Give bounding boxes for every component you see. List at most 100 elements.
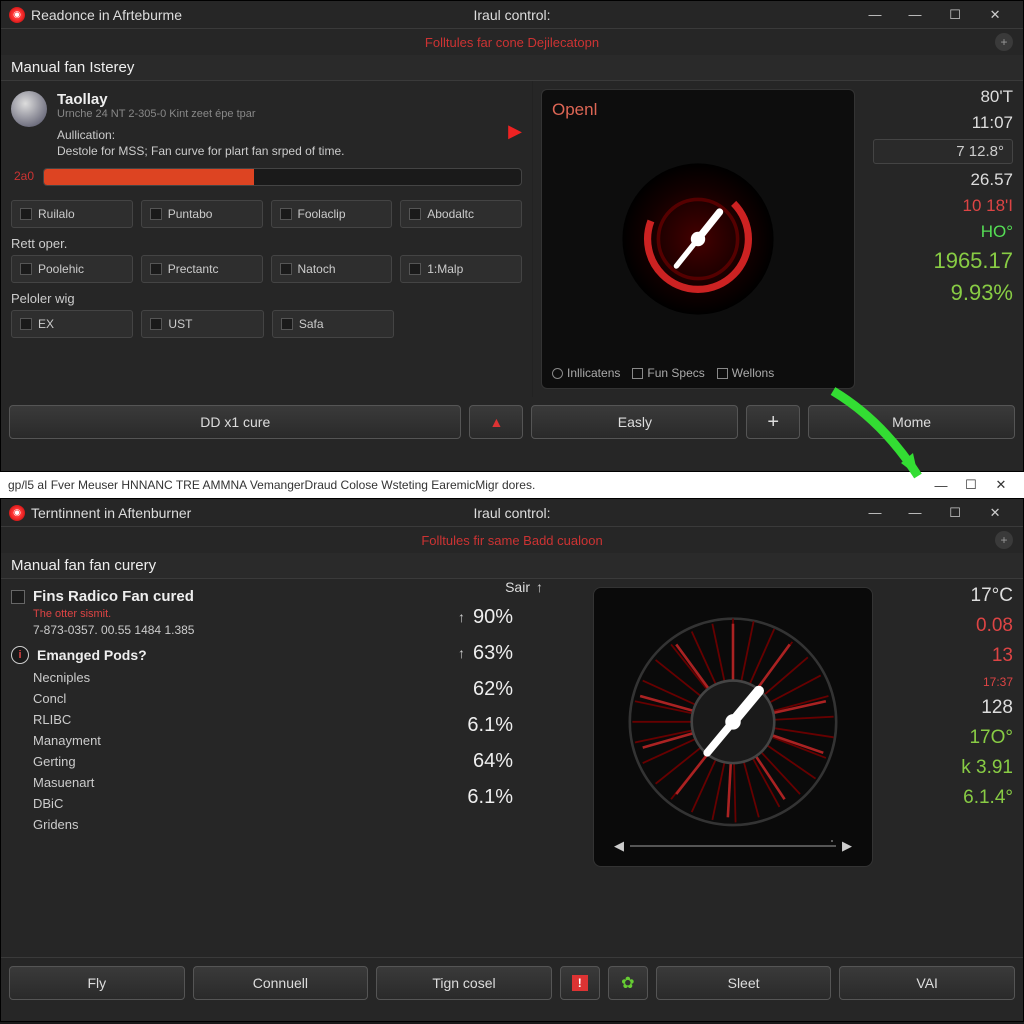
app-title: Terntinnent in Aftenburner (31, 505, 191, 521)
checkbox[interactable] (20, 208, 32, 220)
close-icon[interactable]: ✕ (975, 501, 1015, 525)
option-button[interactable]: Abodaltc (400, 200, 522, 228)
maximize-icon[interactable]: ☐ (935, 501, 975, 525)
app-logo-icon: ◉ (9, 7, 25, 23)
list-sub3: Emanged Pods? (37, 647, 147, 663)
minimize2-icon[interactable]: — (895, 501, 935, 525)
maximize-icon[interactable]: ☐ (935, 3, 975, 27)
close-icon[interactable]: ✕ (975, 3, 1015, 27)
checkbox[interactable] (150, 318, 162, 330)
close-icon[interactable]: ✕ (986, 473, 1016, 497)
stat-value: HO° (873, 222, 1013, 242)
min-icon[interactable]: — (926, 473, 956, 497)
list-item[interactable]: Manayment (33, 730, 403, 751)
stat-value: 6.1.4° (923, 787, 1013, 809)
vai-button[interactable]: VAI (839, 966, 1015, 1000)
path-text: gp/l5 aI Fver Meuser HNNANC TRE AMMNA Ve… (8, 478, 926, 492)
stat-value: 13 (923, 645, 1013, 667)
radio-icon[interactable] (552, 368, 563, 379)
banner-text: Folltules fir same Badd cualoon (421, 533, 602, 548)
banner-text: Folltules far cone Dejilecatopn (425, 35, 599, 50)
window-top: ◉ Readonce in Afrteburme Iraul control: … (0, 0, 1024, 472)
list-item[interactable]: Necniples (33, 667, 403, 688)
option-button[interactable]: Foolaclip (271, 200, 393, 228)
sub-banner: Folltules far cone Dejilecatopn + (1, 29, 1023, 55)
plus-button[interactable]: + (746, 405, 800, 439)
stat-value: 26.57 (873, 170, 1013, 190)
gauge-check[interactable]: Inllicatens (552, 366, 620, 380)
checkbox[interactable] (280, 263, 292, 275)
option-button[interactable]: Puntabo (141, 200, 263, 228)
checkbox[interactable] (20, 263, 32, 275)
checkbox[interactable] (281, 318, 293, 330)
easly-button[interactable]: Easly (531, 405, 738, 439)
sleet-button[interactable]: Sleet (656, 966, 832, 1000)
list-header: Fins Radico Fan cured (33, 588, 194, 605)
checkbox[interactable] (280, 208, 292, 220)
profile-name: Taollay (57, 91, 498, 108)
progress-bar[interactable]: 2a0 (43, 168, 522, 186)
option-button[interactable]: Safa (272, 310, 394, 338)
up-button[interactable]: ▲ (469, 405, 523, 439)
minimize-icon[interactable]: — (855, 501, 895, 525)
list-item[interactable]: RLIBC (33, 709, 403, 730)
fly-button[interactable]: Fly (9, 966, 185, 1000)
minimize2-icon[interactable]: — (895, 3, 935, 27)
checkbox-icon[interactable] (632, 368, 643, 379)
stat-value: 128 (923, 697, 1013, 719)
checkbox[interactable] (150, 263, 162, 275)
h-slider[interactable]: ◀ ▶ (614, 838, 852, 854)
checkbox[interactable] (20, 318, 32, 330)
option-button[interactable]: Prectantc (141, 255, 263, 283)
stat-value: 11:07 (873, 113, 1013, 133)
app-title: Readonce in Afrteburme (31, 7, 182, 23)
exclaim-icon: ! (572, 975, 588, 991)
checkbox[interactable] (11, 590, 25, 604)
list-item[interactable]: Masuenart (33, 772, 403, 793)
percent-value: ↑63% (413, 635, 513, 671)
option-button[interactable]: 1:Malp (400, 255, 522, 283)
eco-button[interactable]: ✿ (608, 966, 648, 1000)
list-item[interactable]: Gridens (33, 814, 403, 835)
titlebar: ◉ Readonce in Afrteburme Iraul control: … (1, 1, 1023, 29)
connuell-button[interactable]: Connuell (193, 966, 369, 1000)
alert-button[interactable]: ! (560, 966, 600, 1000)
gauge-check[interactable]: Wellons (717, 366, 774, 380)
option-button[interactable]: Poolehic (11, 255, 133, 283)
primary-button[interactable]: DD x1 cure (9, 405, 461, 439)
add-icon[interactable]: + (995, 531, 1013, 549)
tign-button[interactable]: Tign cosel (376, 966, 552, 1000)
mome-button[interactable]: Mome (808, 405, 1015, 439)
list-item[interactable]: Gerting (33, 751, 403, 772)
window-bottom: ◉ Terntinnent in Aftenburner Iraul contr… (0, 498, 1024, 1022)
stat-value: 7 12.8° (873, 139, 1013, 164)
title-center: Iraul control: (473, 505, 550, 521)
percent-value: 62% (413, 671, 513, 707)
checkbox-icon[interactable] (717, 368, 728, 379)
sair-label: Sair (505, 579, 530, 595)
explorer-bar: gp/l5 aI Fver Meuser HNNANC TRE AMMNA Ve… (0, 472, 1024, 498)
play-icon[interactable]: ▶ (508, 121, 522, 142)
option-label: Natoch (298, 262, 336, 276)
add-icon[interactable]: + (995, 33, 1013, 51)
stat-value: 10 18'I (873, 196, 1013, 216)
list-item[interactable]: DBiC (33, 793, 403, 814)
option-button[interactable]: Ruilalo (11, 200, 133, 228)
option-label: EX (38, 317, 54, 331)
option-button[interactable]: EX (11, 310, 133, 338)
option-button[interactable]: UST (141, 310, 263, 338)
stat-value: 17°C (923, 585, 1013, 607)
gauge-check[interactable]: Fun Specs (632, 366, 704, 380)
info-icon[interactable]: i (11, 646, 29, 664)
max-icon[interactable]: ☐ (956, 473, 986, 497)
list-item[interactable]: Concl (33, 688, 403, 709)
list-sub-red: The otter sismit. (33, 608, 403, 620)
arrow-up-icon: ↑ (458, 645, 465, 661)
percent-value: 64% (413, 743, 513, 779)
minimize-icon[interactable]: — (855, 3, 895, 27)
checkbox[interactable] (409, 263, 421, 275)
checkbox[interactable] (150, 208, 162, 220)
option-button[interactable]: Natoch (271, 255, 393, 283)
checkbox[interactable] (409, 208, 421, 220)
option-label: Abodaltc (427, 207, 474, 221)
